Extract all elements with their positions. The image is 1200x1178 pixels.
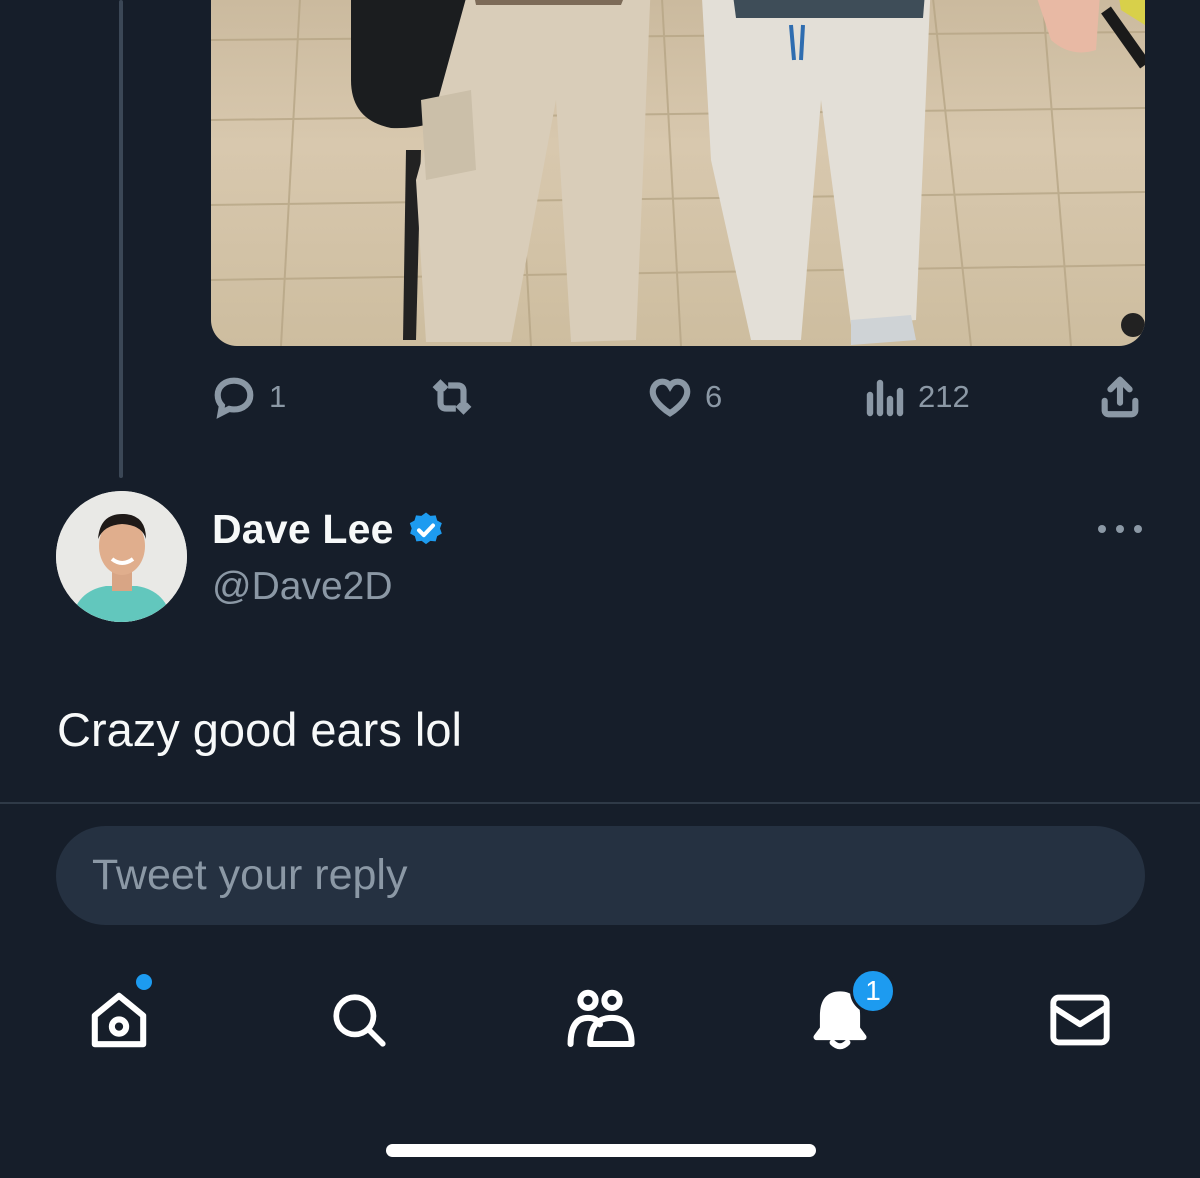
- like-count: 6: [705, 379, 723, 414]
- avatar[interactable]: [56, 491, 187, 622]
- bottom-tab-bar: 1: [0, 960, 1200, 1080]
- verified-icon: [409, 512, 442, 544]
- views-icon: [866, 379, 904, 417]
- tweet-text: Crazy good ears lol: [57, 703, 462, 756]
- tab-search[interactable]: [319, 980, 399, 1060]
- thread-line: [119, 0, 123, 478]
- home-indicator: [386, 1144, 816, 1157]
- views-button[interactable]: 212: [866, 370, 970, 424]
- like-icon: [649, 378, 691, 417]
- author-handle[interactable]: @Dave2D: [212, 565, 393, 609]
- reply-button[interactable]: 1: [211, 370, 286, 424]
- messages-icon: [1050, 994, 1110, 1046]
- share-icon: [1101, 376, 1139, 418]
- reply-icon: [214, 377, 254, 419]
- tab-communities[interactable]: [560, 980, 640, 1060]
- communities-icon: [567, 989, 635, 1047]
- home-icon: [91, 992, 147, 1048]
- reply-input[interactable]: [56, 826, 1145, 925]
- home-new-dot: [136, 974, 152, 990]
- author-name-row: Dave Lee: [212, 506, 446, 553]
- retweet-button[interactable]: [426, 370, 478, 424]
- divider: [0, 802, 1200, 804]
- author-name[interactable]: Dave Lee: [212, 506, 394, 553]
- tweet-actions: 1 6 212: [211, 370, 1145, 424]
- view-count: 212: [918, 379, 970, 414]
- tweet-image[interactable]: [211, 0, 1145, 346]
- tab-notifications[interactable]: 1: [800, 968, 896, 1060]
- tab-home[interactable]: [79, 974, 159, 1060]
- notifications-badge: 1: [850, 968, 896, 1014]
- tab-messages[interactable]: [1040, 980, 1120, 1060]
- more-icon[interactable]: [1098, 516, 1142, 542]
- retweet-icon: [432, 379, 472, 415]
- like-button[interactable]: 6: [647, 370, 722, 424]
- share-button[interactable]: [1097, 370, 1143, 424]
- search-icon: [333, 994, 386, 1047]
- reply-count: 1: [269, 379, 287, 414]
